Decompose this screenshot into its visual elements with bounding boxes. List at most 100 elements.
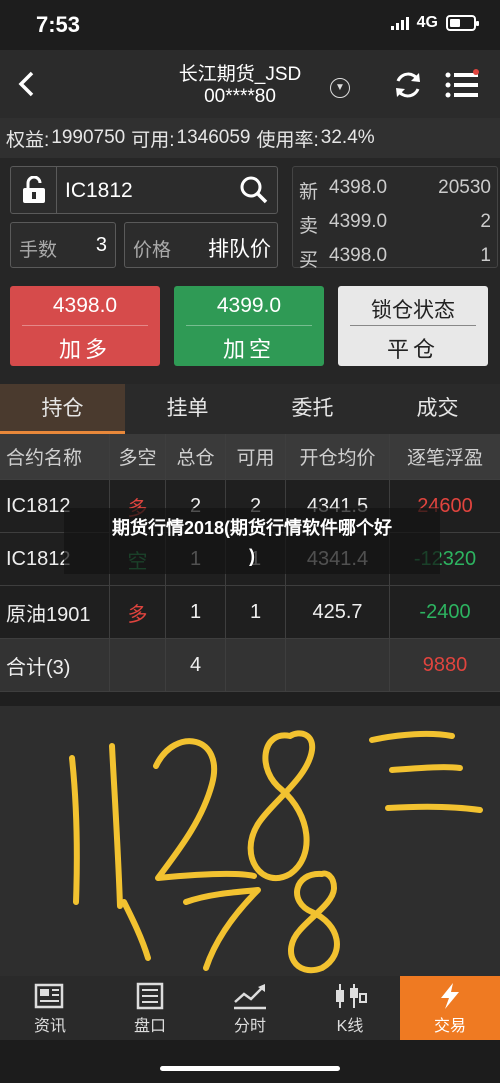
search-icon[interactable] <box>239 175 269 205</box>
nav-orderbook[interactable]: 盘口 <box>100 976 200 1040</box>
bottom-nav: 资讯 盘口 分时 K线 交易 <box>0 976 500 1040</box>
quote-price: 4399.0 <box>329 211 388 232</box>
total-side <box>110 639 166 691</box>
account-name: 长江期货_JSD <box>178 64 302 85</box>
quote-row-ask: 卖 4399.0 2 <box>299 207 491 237</box>
quote-label: 买 <box>299 250 319 271</box>
equity-bar: 权益: 1990750 可用: 1346059 使用率: 32.4% <box>0 118 500 158</box>
close-label: 平仓 <box>386 337 439 362</box>
nav-intraday[interactable]: 分时 <box>200 976 300 1040</box>
price-value: 排队价 <box>208 238 271 261</box>
tab-positions[interactable]: 持仓 <box>0 384 125 434</box>
cell-total: 1 <box>166 586 226 638</box>
price-field[interactable]: 价格 排队价 <box>124 222 278 268</box>
quantity-field[interactable]: 手数 3 <box>10 222 116 268</box>
nav-label: 盘口 <box>133 1018 166 1035</box>
quantity-label: 手数 <box>19 240 58 261</box>
status-time: 7:53 <box>36 12 81 37</box>
refresh-icon[interactable] <box>391 68 425 102</box>
usage-value: 32.4% <box>320 127 375 148</box>
quote-volume: 20530 <box>438 177 491 198</box>
header-total: 总仓 <box>166 434 226 479</box>
home-indicator[interactable] <box>160 1066 340 1071</box>
quote-panel: 新 4398.0 20530 卖 4399.0 2 买 4398.0 1 <box>292 166 498 271</box>
contract-input[interactable]: IC1812 <box>10 166 278 214</box>
chevron-left-icon <box>18 71 34 97</box>
quote-price: 4398.0 <box>329 245 388 266</box>
lock-status-label: 锁仓状态 <box>350 286 476 326</box>
lock-toggle[interactable] <box>11 167 57 213</box>
cell-side: 多 <box>110 586 166 638</box>
header-pnl: 逐笔浮盈 <box>406 448 483 469</box>
orderbook-icon <box>136 982 164 1010</box>
total-pnl: 9880 <box>422 653 468 676</box>
long-price: 4398.0 <box>22 286 148 326</box>
quote-price: 4398.0 <box>329 177 388 198</box>
table-total-row: 合计(3) 4 9880 <box>0 639 500 692</box>
nav-news[interactable]: 资讯 <box>0 976 100 1040</box>
status-bar: 7:53 4G <box>0 0 500 50</box>
caption-line-2: ) <box>249 546 255 566</box>
nav-trade[interactable]: 交易 <box>400 976 500 1040</box>
quote-label: 卖 <box>299 216 319 237</box>
total-available <box>226 639 286 691</box>
header-side: 多空 <box>110 434 166 479</box>
short-label: 加空 <box>222 337 275 362</box>
quantity-value: 3 <box>95 234 107 256</box>
nav-label: 交易 <box>433 1018 466 1035</box>
header-available: 可用 <box>226 434 286 479</box>
cell-contract: 原油1901 <box>0 586 110 638</box>
close-position-button[interactable]: 锁仓状态 平仓 <box>338 286 488 366</box>
available-label: 可用: <box>131 129 175 151</box>
signal-icon <box>390 16 409 30</box>
battery-icon <box>446 15 479 31</box>
nav-kline[interactable]: K线 <box>300 976 400 1040</box>
nav-label: 资讯 <box>33 1018 66 1035</box>
tab-trades[interactable]: 成交 <box>375 384 500 434</box>
sell-short-button[interactable]: 4399.0 加空 <box>174 286 324 366</box>
tab-bar: 持仓 挂单 委托 成交 <box>0 384 500 434</box>
account-number: 00****80 <box>204 86 276 107</box>
home-area <box>0 1040 500 1083</box>
price-label: 价格 <box>133 240 172 261</box>
account-title[interactable]: 长江期货_JSD 00****80 <box>150 64 330 108</box>
quote-label: 新 <box>299 182 319 203</box>
nav-bar: 长江期货_JSD 00****80 ▼ <box>0 50 500 118</box>
caption-line-1: 期货行情2018(期货行情软件哪个好 <box>111 518 393 538</box>
table-header: 合约名称 多空 总仓 可用 开仓均价 逐笔浮盈 <box>0 434 500 480</box>
candlestick-icon <box>336 984 367 1008</box>
quote-row-latest: 新 4398.0 20530 <box>299 173 491 203</box>
chevron-down-icon[interactable]: ▼ <box>330 78 350 98</box>
action-bar: 4398.0 加多 4399.0 加空 锁仓状态 平仓 <box>0 272 500 384</box>
equity-value: 1990750 <box>51 127 126 148</box>
cell-pnl: -2400 <box>419 600 471 623</box>
contract-code: IC1812 <box>65 179 133 202</box>
quote-volume: 1 <box>480 245 491 266</box>
nav-label: K线 <box>336 1018 364 1035</box>
unlock-icon <box>22 176 45 203</box>
short-price: 4399.0 <box>186 286 312 326</box>
handwriting-area <box>0 706 500 976</box>
back-button[interactable] <box>8 64 48 104</box>
status-network: 4G <box>390 14 479 32</box>
total-label: 合计(3) <box>0 639 110 691</box>
total-avg <box>286 639 390 691</box>
menu-icon[interactable] <box>444 68 480 102</box>
available-value: 1346059 <box>176 127 251 148</box>
header-contract: 合约名称 <box>0 434 110 479</box>
cell-avg-price: 425.7 <box>286 586 390 638</box>
network-type: 4G <box>416 14 438 31</box>
table-row[interactable]: 原油1901 多 1 1 425.7 -2400 <box>0 586 500 639</box>
tab-orders[interactable]: 委托 <box>250 384 375 434</box>
line-chart-icon <box>234 984 266 1010</box>
usage-label: 使用率: <box>256 129 319 151</box>
buy-long-button[interactable]: 4398.0 加多 <box>10 286 160 366</box>
header-avg-price: 开仓均价 <box>286 434 390 479</box>
tab-pending-orders[interactable]: 挂单 <box>125 384 250 434</box>
lightning-icon <box>441 983 459 1009</box>
quote-row-bid: 买 4398.0 1 <box>299 241 491 271</box>
cell-available: 1 <box>226 586 286 638</box>
handwriting-drawing <box>69 730 483 973</box>
equity-label: 权益: <box>6 129 50 151</box>
nav-label: 分时 <box>233 1018 266 1035</box>
